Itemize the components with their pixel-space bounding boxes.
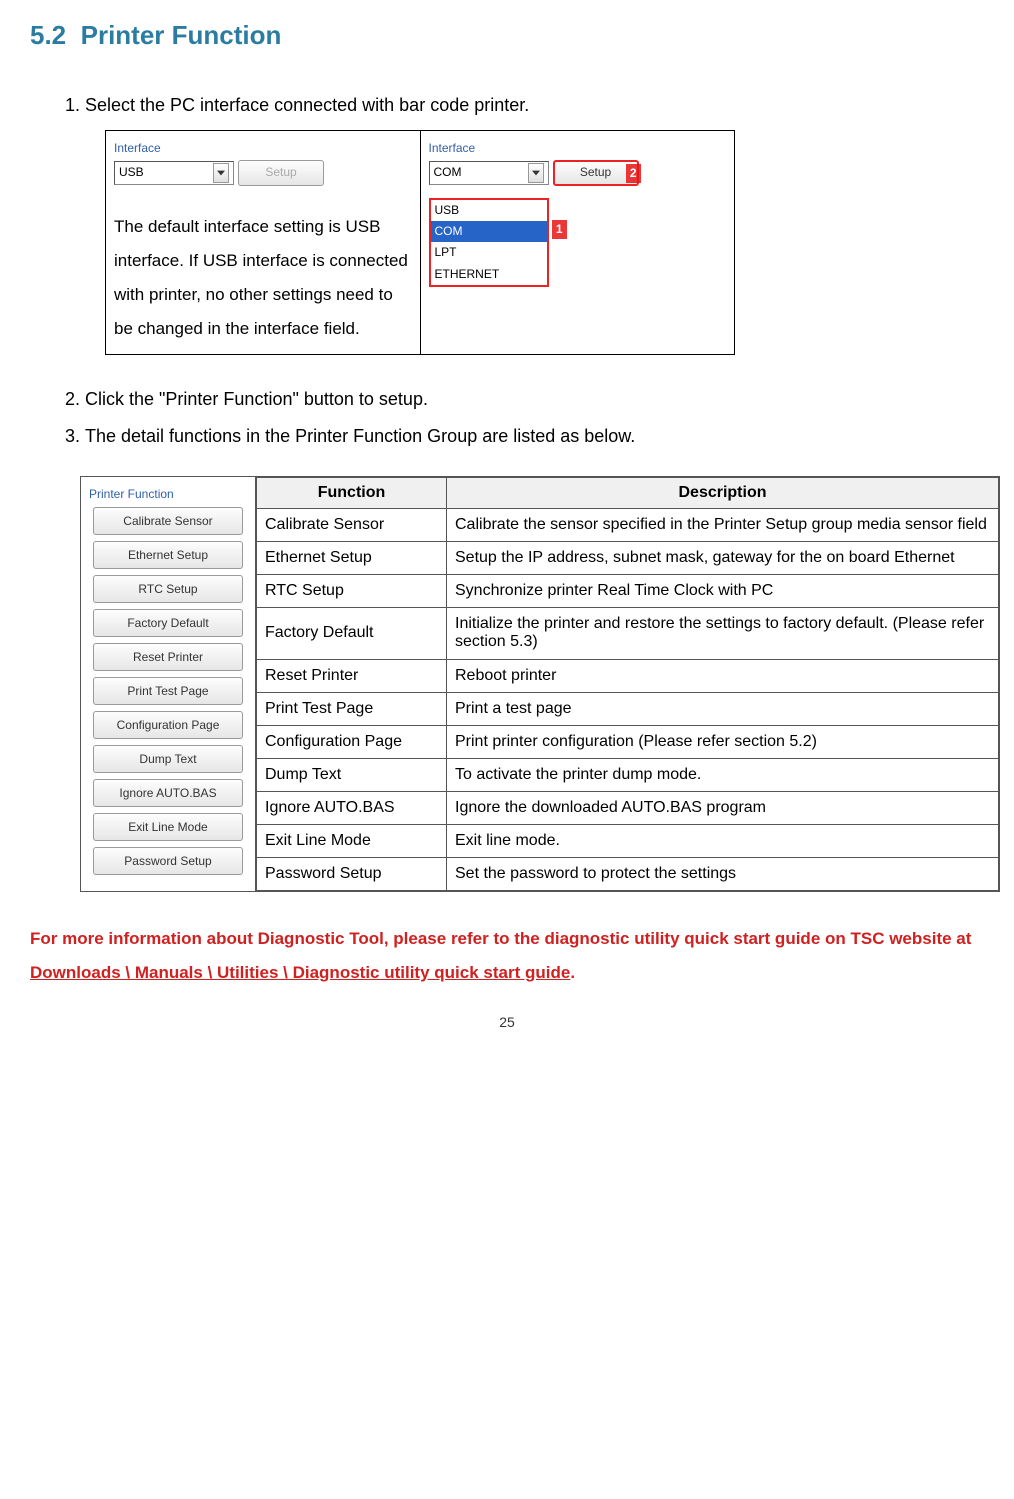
print-test-page-button[interactable]: Print Test Page xyxy=(93,677,243,705)
function-name-cell: Exit Line Mode xyxy=(257,824,447,857)
table-header-description: Description xyxy=(447,477,999,508)
interface-combo-value: COM xyxy=(434,163,462,182)
callout-1: 1 xyxy=(552,220,567,239)
footer-link[interactable]: Downloads \ Manuals \ Utilities \ Diagno… xyxy=(30,963,570,982)
table-row: Reset PrinterReboot printer xyxy=(257,659,999,692)
function-name-cell: Calibrate Sensor xyxy=(257,508,447,541)
configuration-page-button[interactable]: Configuration Page xyxy=(93,711,243,739)
table-row: Password SetupSet the password to protec… xyxy=(257,857,999,890)
function-desc-cell: Setup the IP address, subnet mask, gatew… xyxy=(447,541,999,574)
chevron-down-icon[interactable] xyxy=(213,163,229,183)
function-name-cell: Ignore AUTO.BAS xyxy=(257,791,447,824)
interface-combo-usb[interactable]: USB xyxy=(114,161,234,185)
interface-option-ethernet[interactable]: ETHERNET xyxy=(431,264,547,285)
printer-function-wrap: Printer Function Calibrate Sensor Ethern… xyxy=(80,476,1000,892)
function-name-cell: Dump Text xyxy=(257,758,447,791)
table-row: RTC SetupSynchronize printer Real Time C… xyxy=(257,574,999,607)
interface-option-lpt[interactable]: LPT xyxy=(431,242,547,263)
page-number: 25 xyxy=(0,1014,1014,1030)
table-row: Configuration PagePrint printer configur… xyxy=(257,725,999,758)
table-row: Factory DefaultInitialize the printer an… xyxy=(257,607,999,659)
step-3: The detail functions in the Printer Func… xyxy=(85,422,984,451)
function-desc-cell: Print printer configuration (Please refe… xyxy=(447,725,999,758)
interface-option-list[interactable]: USB COM LPT ETHERNET xyxy=(429,198,549,287)
dump-text-button[interactable]: Dump Text xyxy=(93,745,243,773)
section-number: 5.2 xyxy=(30,20,66,50)
chevron-down-icon[interactable] xyxy=(528,163,544,183)
function-desc-cell: Ignore the downloaded AUTO.BAS program xyxy=(447,791,999,824)
table-row: Dump TextTo activate the printer dump mo… xyxy=(257,758,999,791)
section-heading: 5.2 Printer Function xyxy=(30,20,984,51)
step-2: Click the "Printer Function" button to s… xyxy=(85,385,984,414)
interface-usb-panel: Interface USB Setup xyxy=(114,139,412,186)
printer-function-label: Printer Function xyxy=(89,487,247,501)
table-row: Exit Line ModeExit line mode. xyxy=(257,824,999,857)
interface-option-usb[interactable]: USB xyxy=(431,200,547,221)
table-row: Ethernet SetupSetup the IP address, subn… xyxy=(257,541,999,574)
factory-default-button[interactable]: Factory Default xyxy=(93,609,243,637)
footer-note: For more information about Diagnostic To… xyxy=(30,922,984,990)
table-row: Print Test PagePrint a test page xyxy=(257,692,999,725)
password-setup-button[interactable]: Password Setup xyxy=(93,847,243,875)
function-name-cell: Configuration Page xyxy=(257,725,447,758)
function-desc-cell: Calibrate the sensor specified in the Pr… xyxy=(447,508,999,541)
interface-examples-table: Interface USB Setup xyxy=(105,130,735,355)
interface-label: Interface xyxy=(429,139,727,158)
ignore-autobas-button[interactable]: Ignore AUTO.BAS xyxy=(93,779,243,807)
callout-2: 2 xyxy=(626,164,641,183)
function-desc-cell: Synchronize printer Real Time Clock with… xyxy=(447,574,999,607)
footer-text-after: . xyxy=(570,963,575,982)
table-header-function: Function xyxy=(257,477,447,508)
function-name-cell: Password Setup xyxy=(257,857,447,890)
function-name-cell: Print Test Page xyxy=(257,692,447,725)
exit-line-mode-button[interactable]: Exit Line Mode xyxy=(93,813,243,841)
section-title-text: Printer Function xyxy=(81,20,282,50)
function-desc-cell: Set the password to protect the settings xyxy=(447,857,999,890)
table-row: Ignore AUTO.BASIgnore the downloaded AUT… xyxy=(257,791,999,824)
step-1: Select the PC interface connected with b… xyxy=(85,91,984,355)
function-desc-cell: Exit line mode. xyxy=(447,824,999,857)
setup-button-disabled: Setup xyxy=(238,160,324,186)
function-name-cell: RTC Setup xyxy=(257,574,447,607)
function-name-cell: Reset Printer xyxy=(257,659,447,692)
table-row: Calibrate SensorCalibrate the sensor spe… xyxy=(257,508,999,541)
function-name-cell: Ethernet Setup xyxy=(257,541,447,574)
calibrate-sensor-button[interactable]: Calibrate Sensor xyxy=(93,507,243,535)
function-name-cell: Factory Default xyxy=(257,607,447,659)
interface-option-com[interactable]: COM xyxy=(431,221,547,242)
function-desc-cell: Reboot printer xyxy=(447,659,999,692)
interface-label: Interface xyxy=(114,139,412,158)
interface-combo-com[interactable]: COM xyxy=(429,161,549,185)
function-desc-cell: Print a test page xyxy=(447,692,999,725)
reset-printer-button[interactable]: Reset Printer xyxy=(93,643,243,671)
ethernet-setup-button[interactable]: Ethernet Setup xyxy=(93,541,243,569)
footer-text-before: For more information about Diagnostic To… xyxy=(30,929,971,948)
function-desc-cell: Initialize the printer and restore the s… xyxy=(447,607,999,659)
rtc-setup-button[interactable]: RTC Setup xyxy=(93,575,243,603)
function-desc-cell: To activate the printer dump mode. xyxy=(447,758,999,791)
interface-com-panel: Interface COM Setup 2 xyxy=(429,139,727,287)
interface-usb-note: The default interface setting is USB int… xyxy=(114,210,412,346)
interface-combo-value: USB xyxy=(119,163,144,182)
printer-function-panel: Printer Function Calibrate Sensor Ethern… xyxy=(81,477,256,891)
function-description-table: Function Description Calibrate SensorCal… xyxy=(256,477,999,891)
